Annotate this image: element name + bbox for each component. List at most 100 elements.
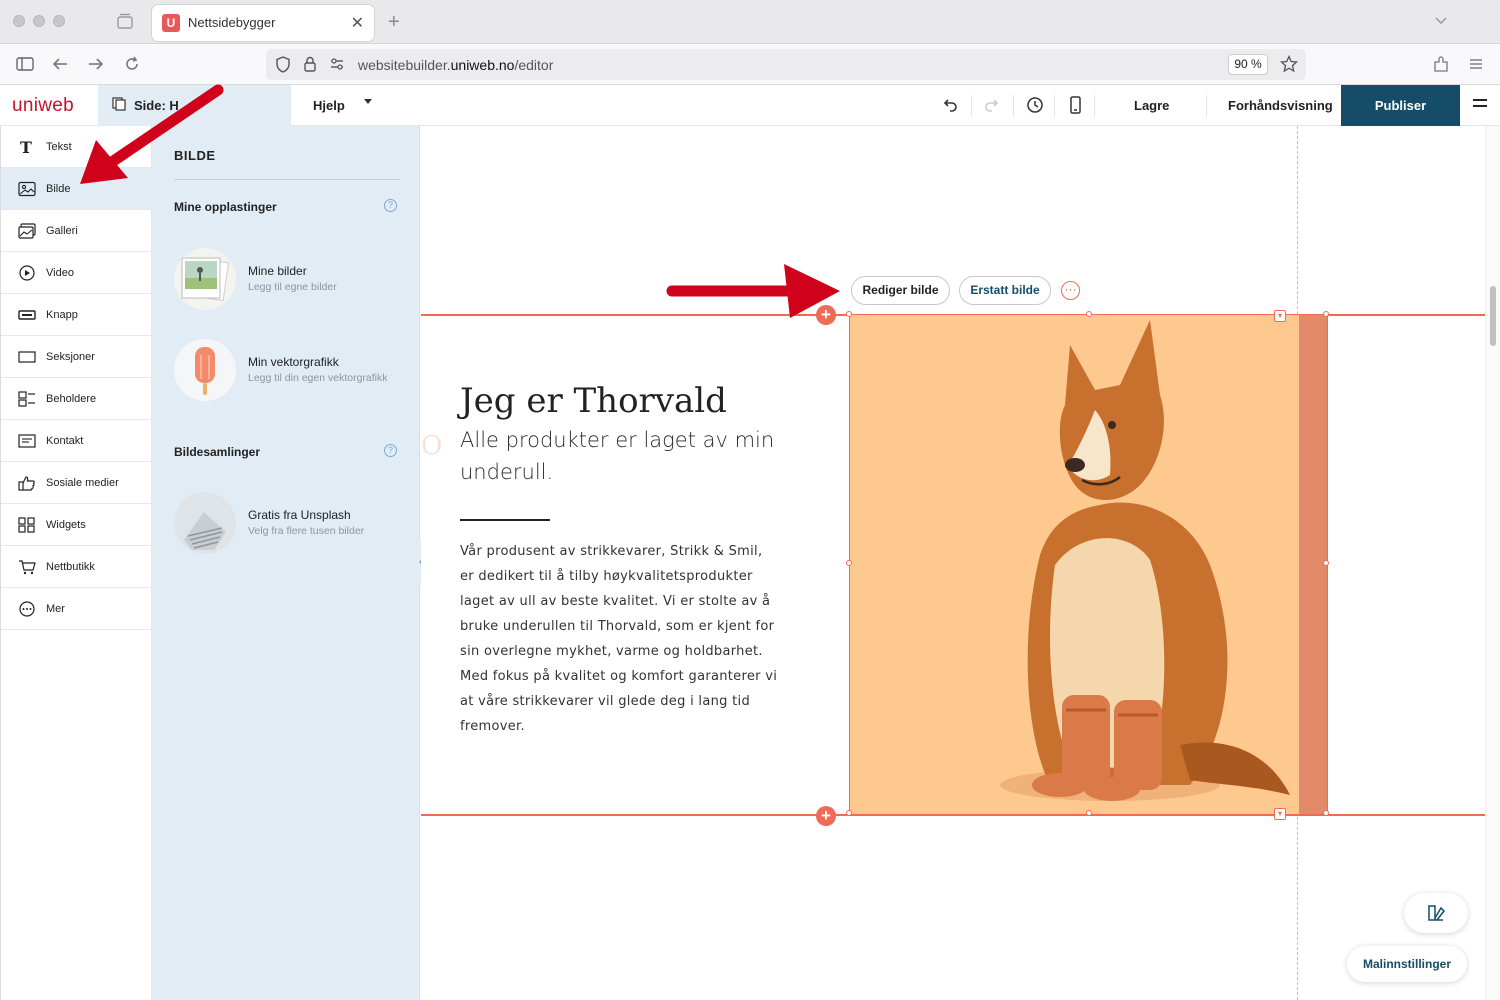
sidebar-item-webshop[interactable]: Nettbutikk bbox=[1, 546, 152, 588]
crop-handle-bottom-icon[interactable]: ▾ bbox=[1274, 808, 1286, 820]
scrollbar-thumb[interactable] bbox=[1490, 286, 1496, 346]
help-icon[interactable]: ? bbox=[384, 199, 397, 212]
shield-icon[interactable] bbox=[275, 56, 291, 73]
tab-close-icon[interactable]: ✕ bbox=[351, 13, 364, 33]
sidebar-item-image[interactable]: Bilde bbox=[1, 168, 152, 210]
browser-tab[interactable]: U Nettsidebygger ✕ bbox=[152, 5, 374, 41]
app-menu-icon[interactable] bbox=[1466, 54, 1486, 74]
bookmark-star-icon[interactable] bbox=[1280, 55, 1298, 73]
page-subheading[interactable]: Alle produkter er laget av min underull. bbox=[460, 424, 790, 488]
image-panel: BILDE Mine opplastinger ? Mine bilder Le… bbox=[152, 126, 420, 1000]
window-zoom-button[interactable] bbox=[53, 15, 65, 27]
sidebar-item-text[interactable]: T Tekst bbox=[1, 126, 152, 168]
section-icon bbox=[18, 351, 36, 363]
sidebar-item-label: Galleri bbox=[46, 225, 78, 237]
preview-button[interactable]: Forhåndsvisning bbox=[1228, 98, 1333, 113]
zoom-level-badge[interactable]: 90 % bbox=[1228, 54, 1268, 75]
toolbar-divider bbox=[1013, 95, 1014, 117]
help-icon[interactable]: ? bbox=[384, 444, 397, 457]
mobile-view-icon[interactable] bbox=[1065, 95, 1085, 115]
add-section-below-button[interactable]: + bbox=[816, 806, 836, 826]
tab-overview-icon[interactable] bbox=[116, 12, 134, 30]
chevron-down-icon[interactable] bbox=[1434, 14, 1448, 28]
save-button[interactable]: Lagre bbox=[1134, 98, 1169, 113]
gallery-icon bbox=[18, 223, 36, 239]
resize-handle-top-right[interactable] bbox=[1323, 311, 1329, 317]
sidebar-item-label: Kontakt bbox=[46, 435, 84, 447]
sidebar-item-more[interactable]: Mer bbox=[1, 588, 152, 630]
more-icon bbox=[19, 601, 35, 617]
new-tab-icon[interactable]: + bbox=[388, 11, 400, 34]
design-settings-button[interactable] bbox=[1404, 893, 1468, 933]
sidebar-item-containers[interactable]: Beholdere bbox=[1, 378, 152, 420]
widgets-icon bbox=[18, 517, 35, 533]
sidebar-item-label: Seksjoner bbox=[46, 351, 95, 363]
sidebar-item-button[interactable]: Knapp bbox=[1, 294, 152, 336]
sidebar-item-label: Nettbutikk bbox=[46, 561, 95, 573]
hamburger-menu-icon[interactable] bbox=[1473, 99, 1487, 111]
tab-title: Nettsidebygger bbox=[188, 15, 276, 30]
back-arrow-icon[interactable] bbox=[50, 54, 70, 74]
uniweb-favicon-icon: U bbox=[162, 14, 180, 32]
page-selector[interactable]: Side: H bbox=[98, 85, 372, 126]
text-divider[interactable] bbox=[460, 519, 550, 521]
crop-handle-top-icon[interactable]: ▾ bbox=[1274, 310, 1286, 322]
resize-handle-bottom-right[interactable] bbox=[1323, 810, 1329, 816]
browser-tab-bar: U Nettsidebygger ✕ + bbox=[0, 0, 1500, 44]
undo-icon[interactable] bbox=[940, 95, 960, 115]
sidebar-item-label: Widgets bbox=[46, 519, 86, 531]
vector-graphics-source[interactable]: Min vektorgrafikk Legg til din egen vekt… bbox=[174, 339, 414, 403]
sidebar-item-video[interactable]: Video bbox=[1, 252, 152, 294]
unsplash-source[interactable]: Gratis fra Unsplash Velg fra flere tusen… bbox=[174, 492, 414, 556]
body-paragraph[interactable]: Vår produsent av strikkevarer, Strikk & … bbox=[460, 539, 780, 739]
resize-handle-bottom[interactable] bbox=[1086, 810, 1092, 816]
publish-button[interactable]: Publiser bbox=[1341, 85, 1460, 126]
vector-graphics-title: Min vektorgrafikk bbox=[248, 355, 339, 369]
redo-icon[interactable] bbox=[982, 95, 1002, 115]
extensions-icon[interactable] bbox=[1431, 54, 1451, 74]
reload-icon[interactable] bbox=[122, 54, 142, 74]
help-button[interactable]: Hjelp bbox=[313, 98, 345, 113]
toolbar-divider bbox=[971, 95, 972, 117]
edit-image-button[interactable]: Rediger bilde bbox=[851, 276, 950, 305]
resize-handle-top-left[interactable] bbox=[846, 311, 852, 317]
sidebar-item-label: Knapp bbox=[46, 309, 78, 321]
sidebar-item-widgets[interactable]: Widgets bbox=[1, 504, 152, 546]
resize-handle-right[interactable] bbox=[1323, 560, 1329, 566]
image-icon bbox=[18, 181, 36, 197]
canvas-scrollbar[interactable] bbox=[1485, 126, 1500, 1000]
sidebar-item-label: Video bbox=[46, 267, 74, 279]
lock-icon[interactable] bbox=[303, 55, 317, 73]
replace-image-button[interactable]: Erstatt bilde bbox=[959, 276, 1051, 305]
sidebar-item-contact[interactable]: Kontakt bbox=[1, 420, 152, 462]
my-images-source[interactable]: Mine bilder Legg til egne bilder bbox=[174, 248, 414, 312]
url-text[interactable]: websitebuilder.uniweb.no/editor bbox=[358, 57, 553, 73]
unsplash-subtitle: Velg fra flere tusen bilder bbox=[248, 525, 365, 537]
history-icon[interactable] bbox=[1025, 95, 1045, 115]
panel-title: BILDE bbox=[174, 148, 216, 163]
sidebar-toggle-icon[interactable] bbox=[15, 54, 35, 74]
building-thumbnail bbox=[174, 492, 236, 554]
window-close-button[interactable] bbox=[13, 15, 25, 27]
sidebar-item-social-media[interactable]: Sosiale medier bbox=[1, 462, 152, 504]
sidebar-item-sections[interactable]: Seksjoner bbox=[1, 336, 152, 378]
add-element-sidebar: T Tekst Bilde Galleri Video Knapp Seksjo… bbox=[0, 126, 152, 1000]
resize-handle-left[interactable] bbox=[846, 560, 852, 566]
forward-arrow-icon[interactable] bbox=[86, 54, 106, 74]
button-icon bbox=[18, 310, 36, 320]
uniweb-logo[interactable]: uniweb bbox=[12, 95, 74, 117]
template-settings-button[interactable]: Malinnstillinger bbox=[1347, 946, 1467, 982]
window-minimize-button[interactable] bbox=[33, 15, 45, 27]
contact-icon bbox=[18, 434, 36, 448]
page-heading[interactable]: Jeg er Thorvald bbox=[460, 381, 727, 421]
svg-text:T: T bbox=[20, 139, 32, 155]
address-bar[interactable]: websitebuilder.uniweb.no/editor 90 % bbox=[266, 49, 1306, 80]
more-options-icon[interactable]: ··· bbox=[1061, 281, 1080, 300]
pages-icon bbox=[112, 97, 126, 111]
resize-handle-top[interactable] bbox=[1086, 311, 1092, 317]
resize-handle-bottom-left[interactable] bbox=[846, 810, 852, 816]
selected-image-frame[interactable]: ▾ ▾ bbox=[846, 310, 1329, 820]
page-permissions-icon[interactable] bbox=[329, 57, 345, 71]
add-section-above-button[interactable]: + bbox=[816, 305, 836, 325]
sidebar-item-gallery[interactable]: Galleri bbox=[1, 210, 152, 252]
